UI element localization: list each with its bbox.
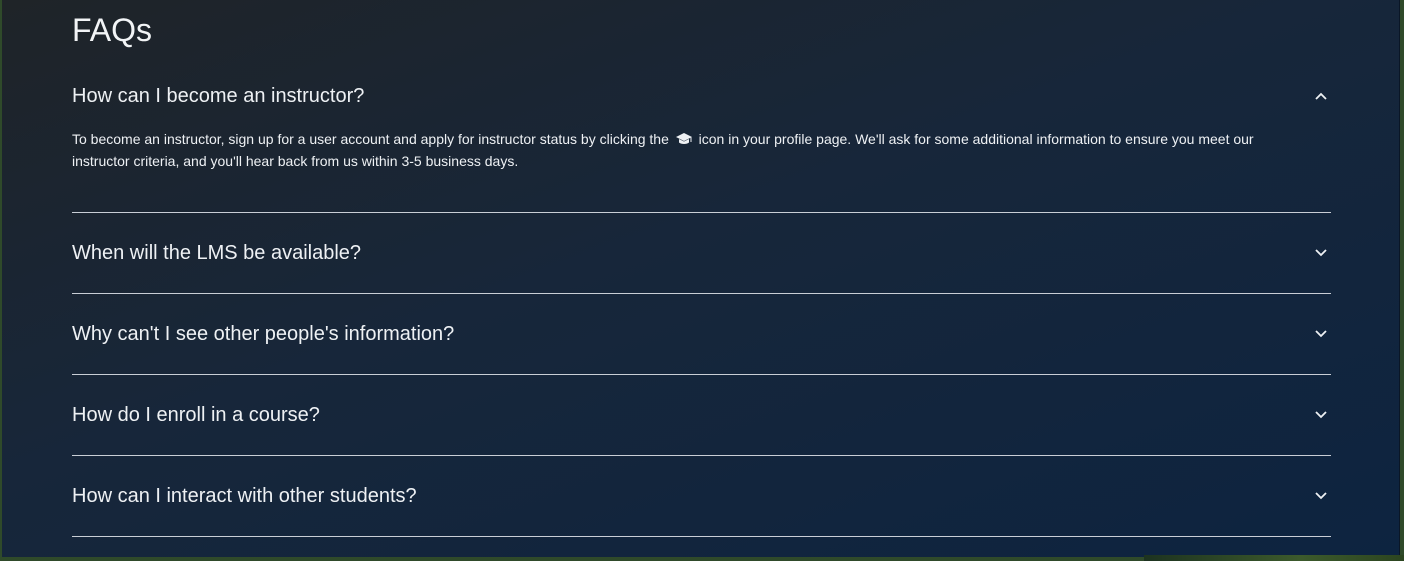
faq-question: How do I enroll in a course?: [72, 404, 320, 426]
faq-answer-text-1: To become an instructor, sign up for a u…: [72, 131, 669, 147]
graduation-cap-icon: [675, 131, 693, 151]
background-scenery: [1144, 555, 1404, 561]
faq-question: When will the LMS be available?: [72, 242, 362, 264]
chevron-down-icon[interactable]: [1312, 487, 1330, 505]
faq-question: How can I interact with other students?: [72, 485, 417, 507]
faq-item-lms-availability: When will the LMS be available?: [72, 213, 1331, 294]
faq-item-other-people-info: Why can't I see other people's informati…: [72, 294, 1331, 375]
faq-header[interactable]: How do I enroll in a course?: [72, 375, 1331, 455]
chevron-down-icon[interactable]: [1312, 406, 1330, 424]
chevron-down-icon[interactable]: [1312, 325, 1330, 343]
faq-question: How can I become an instructor?: [72, 85, 365, 107]
faq-header[interactable]: When will the LMS be available?: [72, 213, 1331, 293]
chevron-down-icon[interactable]: [1312, 244, 1330, 262]
faq-item-enroll-course: How do I enroll in a course?: [72, 375, 1331, 456]
faq-title: FAQs: [72, 12, 153, 48]
faq-header[interactable]: How can I become an instructor?: [72, 56, 1331, 136]
faq-answer: To become an instructor, sign up for a u…: [72, 129, 1331, 212]
faq-item-interact-students: How can I interact with other students?: [72, 456, 1331, 537]
chevron-up-icon[interactable]: [1312, 87, 1330, 105]
faq-accordion: How can I become an instructor? To becom…: [72, 56, 1331, 537]
faq-item-become-instructor: How can I become an instructor? To becom…: [72, 56, 1331, 213]
page-background: FAQs How can I become an instructor? To …: [2, 0, 1400, 557]
faq-header[interactable]: Why can't I see other people's informati…: [72, 294, 1331, 374]
faq-question: Why can't I see other people's informati…: [72, 323, 455, 345]
faq-header[interactable]: How can I interact with other students?: [72, 456, 1331, 536]
